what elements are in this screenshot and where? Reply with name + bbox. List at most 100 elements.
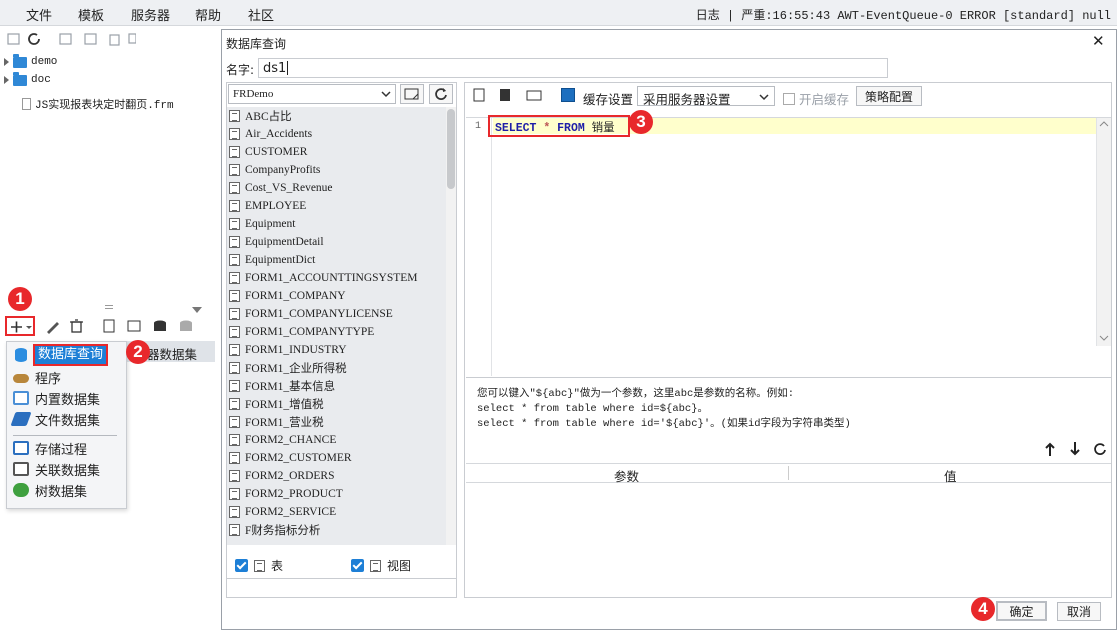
line-gutter: 1 — [466, 118, 492, 376]
table-icon — [229, 398, 240, 410]
cancel-button[interactable]: 取消 — [1057, 602, 1101, 621]
table-icon — [254, 559, 265, 572]
table-icon — [229, 182, 240, 194]
new-template-icon — [7, 33, 20, 45]
table-list-item[interactable]: Cost_VS_Revenue — [229, 179, 333, 197]
table-list-item[interactable]: ABC占比 — [229, 107, 292, 125]
table-list-item[interactable]: FORM2_CHANCE — [229, 431, 336, 449]
menu-file[interactable]: 文件 — [26, 5, 52, 24]
cache-settings-label: 缓存设置 — [583, 92, 634, 107]
table-icon — [229, 524, 240, 536]
table-list-item[interactable]: FORM2_CUSTOMER — [229, 449, 352, 467]
show-views-checkbox[interactable]: 视图 — [351, 557, 411, 574]
table-list-item[interactable]: Air_Accidents — [229, 125, 312, 143]
name-input[interactable]: ds1 — [258, 58, 888, 78]
menu-stored-procedure[interactable]: 存储过程 — [13, 439, 87, 458]
table-list-item[interactable]: Equipment — [229, 215, 295, 233]
menu-template[interactable]: 模板 — [78, 5, 104, 24]
sql-panel: 缓存设置 采用服务器设置 开启缓存 策略配置 1 SELECT * FROM 销… — [464, 82, 1112, 598]
table-list-item[interactable]: FORM2_ORDERS — [229, 467, 334, 485]
program-icon — [13, 373, 29, 383]
table-list-item[interactable]: FORM1_ACCOUNTTINGSYSTEM — [229, 269, 418, 287]
menu-help[interactable]: 帮助 — [195, 5, 221, 24]
table-icon — [229, 488, 240, 500]
table-icon — [229, 452, 240, 464]
table-list-item[interactable]: F财务指标分析 — [229, 521, 320, 539]
add-dataset-menu: 数据库查询 程序 内置数据集 文件数据集 存储过程 关联数据集 树数据集 — [6, 341, 127, 509]
parameter-table-body[interactable] — [466, 484, 1111, 596]
menu-db-query[interactable]: 数据库查询 — [13, 344, 109, 366]
expand-icon[interactable] — [4, 76, 9, 84]
checkbox-checked-icon[interactable] — [235, 559, 248, 572]
sql-editor[interactable]: 1 SELECT * FROM 销量 — [466, 115, 1111, 377]
tree-folder-doc[interactable]: doc — [4, 71, 51, 89]
strategy-config-button[interactable]: 策略配置 — [856, 86, 922, 106]
menu-program[interactable]: 程序 — [13, 368, 61, 387]
table-list-item[interactable]: FORM1_COMPANY — [229, 287, 346, 305]
table-list-item[interactable]: CUSTOMER — [229, 143, 307, 161]
sql-toolbar-icons — [473, 88, 542, 102]
table-list-item[interactable]: EquipmentDetail — [229, 233, 324, 251]
table-icon — [229, 110, 240, 122]
close-icon[interactable]: ✕ — [1092, 32, 1105, 50]
preview-icon — [473, 88, 485, 102]
table-icon — [229, 326, 240, 338]
show-tables-checkbox[interactable]: 表 — [235, 557, 283, 574]
tree-folder-demo[interactable]: demo — [4, 53, 57, 71]
menu-server[interactable]: 服务器 — [131, 5, 170, 24]
table-list-item[interactable]: FORM1_营业税 — [229, 413, 324, 431]
scroll-thumb[interactable] — [447, 109, 455, 189]
dialog-title: 数据库查询 — [226, 37, 287, 51]
tree-file-item[interactable]: JS实现报表块定时翻页.frm — [22, 95, 174, 113]
checkbox-checked-icon[interactable] — [351, 559, 364, 572]
chevron-up-icon[interactable] — [1097, 118, 1110, 130]
filter-input[interactable] — [227, 578, 456, 597]
table-list-item[interactable]: FORM1_增值税 — [229, 395, 324, 413]
table-list-item[interactable]: FORM1_企业所得税 — [229, 359, 347, 377]
menu-tree-dataset[interactable]: 树数据集 — [13, 481, 87, 500]
add-dataset-button[interactable] — [5, 316, 35, 336]
table-icon — [229, 362, 240, 374]
connection-select[interactable]: FRDemo — [228, 84, 396, 104]
expand-icon[interactable] — [4, 58, 9, 66]
param-toolbar-icons — [1045, 442, 1106, 456]
file-icon — [22, 98, 31, 110]
dataset-edit-icon — [127, 320, 141, 332]
step-badge-3: 3 — [629, 110, 653, 134]
col-value: 值 — [944, 469, 957, 484]
menu-file-dataset[interactable]: 文件数据集 — [10, 410, 100, 429]
editor-scrollbar[interactable] — [1096, 118, 1111, 346]
table-list-scrollbar[interactable] — [446, 107, 456, 545]
menu-divider — [13, 435, 117, 436]
stored-procedure-icon — [13, 441, 29, 455]
menu-community[interactable]: 社区 — [248, 5, 274, 24]
chevron-down-icon[interactable] — [1097, 332, 1110, 344]
table-list-item[interactable]: EMPLOYEE — [229, 197, 306, 215]
sql-text[interactable]: SELECT * FROM 销量 — [495, 119, 615, 135]
folder-icon — [13, 53, 27, 68]
table-icon — [229, 380, 240, 392]
checkbox-unchecked-icon[interactable] — [783, 92, 795, 105]
step-badge-1: 1 — [8, 287, 32, 311]
table-list-item[interactable]: FORM2_SERVICE — [229, 503, 336, 521]
folder-settings-icon — [59, 33, 72, 45]
refresh-button[interactable] — [429, 84, 453, 104]
status-log: 日志 | 严重:16:55:43 AWT-EventQueue-0 ERROR … — [695, 9, 1111, 23]
table-list-item[interactable]: FORM1_COMPANYTYPE — [229, 323, 374, 341]
table-list-item[interactable]: FORM1_COMPANYLICENSE — [229, 305, 393, 323]
table-list-item[interactable]: FORM2_PRODUCT — [229, 485, 343, 503]
enable-cache-checkbox[interactable]: 开启缓存 — [783, 89, 849, 108]
connection-edit-button[interactable] — [400, 84, 424, 104]
template-toolbar-icons — [7, 33, 136, 46]
menu-builtin-dataset[interactable]: 内置数据集 — [13, 389, 100, 408]
table-list-item[interactable]: FORM1_INDUSTRY — [229, 341, 347, 359]
name-label: 名字: — [226, 63, 255, 77]
sql-format-icon — [526, 90, 542, 101]
table-list-item[interactable]: FORM1_基本信息 — [229, 377, 335, 395]
table-list-item[interactable]: CompanyProfits — [229, 161, 320, 179]
file-dataset-icon — [10, 412, 32, 426]
ok-button[interactable]: 确定 — [996, 601, 1047, 621]
menu-related-dataset[interactable]: 关联数据集 — [13, 460, 100, 479]
cache-settings-select[interactable]: 采用服务器设置 — [637, 86, 775, 107]
table-list-item[interactable]: EquipmentDict — [229, 251, 315, 269]
